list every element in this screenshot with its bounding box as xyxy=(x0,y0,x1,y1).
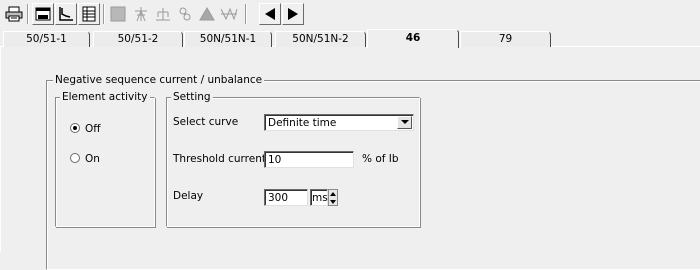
element-activity-group: Element activity xyxy=(55,91,155,227)
spin-down-icon[interactable] xyxy=(329,198,337,205)
delay-value: 300 xyxy=(268,192,289,204)
select-curve-value: Definite time xyxy=(268,117,337,129)
chevron-down-icon[interactable] xyxy=(397,116,412,129)
radio-on[interactable] xyxy=(70,153,80,163)
tab-50n-51n-2[interactable]: 50N/51N-2 xyxy=(275,31,366,47)
tab-50-51-2[interactable]: 50/51-2 xyxy=(93,31,183,47)
radio-off-label: Off xyxy=(85,123,101,135)
radio-on-label: On xyxy=(85,153,100,165)
delay-unit: ms xyxy=(312,192,328,204)
tab-label: 46 xyxy=(405,32,421,44)
tower-icon xyxy=(130,3,152,25)
threshold-current-label: Threshold current xyxy=(173,153,266,165)
toolbar xyxy=(0,0,700,27)
panel-left-edge xyxy=(0,47,1,252)
select-curve-dropdown[interactable]: Definite time xyxy=(264,114,414,131)
threshold-unit-label: % of Ib xyxy=(362,153,399,165)
select-curve-label: Select curve xyxy=(173,116,239,128)
tree-icon xyxy=(152,3,174,25)
tab-50n-51n-1[interactable]: 50N/51N-1 xyxy=(184,31,272,47)
link-icon xyxy=(174,3,196,25)
tab-50-51-1[interactable]: 50/51-1 xyxy=(3,31,90,47)
radio-off[interactable] xyxy=(70,123,80,133)
tab-label: 50N/51N-2 xyxy=(292,33,349,45)
threshold-current-value: 10 xyxy=(268,154,282,166)
tab-46[interactable]: 46 xyxy=(367,29,459,48)
grid-icon xyxy=(107,3,129,25)
tab-label: 50/51-2 xyxy=(117,33,159,45)
threshold-current-input[interactable]: 10 xyxy=(264,151,354,168)
element-activity-title: Element activity xyxy=(60,91,150,103)
radio-selected-dot xyxy=(73,126,77,130)
negative-sequence-title: Negative sequence current / unbalance xyxy=(53,74,265,86)
printer-icon[interactable] xyxy=(3,3,25,25)
tab-79[interactable]: 79 xyxy=(460,31,551,47)
table-icon[interactable] xyxy=(78,3,100,25)
arrow-left-icon[interactable] xyxy=(259,3,281,25)
arrow-right-icon[interactable] xyxy=(282,3,304,25)
curve-chart-icon[interactable] xyxy=(55,3,77,25)
delay-unit-field: ms xyxy=(310,189,328,206)
setting-title: Setting xyxy=(171,91,213,103)
delay-input[interactable]: 300 xyxy=(264,189,308,206)
triangle-icon xyxy=(196,3,218,25)
tab-label: 50/51-1 xyxy=(26,33,67,45)
waveform-icon xyxy=(218,3,240,25)
delay-spinner[interactable] xyxy=(328,189,338,206)
tab-label: 79 xyxy=(498,33,513,45)
spin-up-icon[interactable] xyxy=(329,190,337,197)
window-icon[interactable] xyxy=(32,3,54,25)
delay-label: Delay xyxy=(173,190,204,202)
tab-label: 50N/51N-1 xyxy=(199,33,257,45)
